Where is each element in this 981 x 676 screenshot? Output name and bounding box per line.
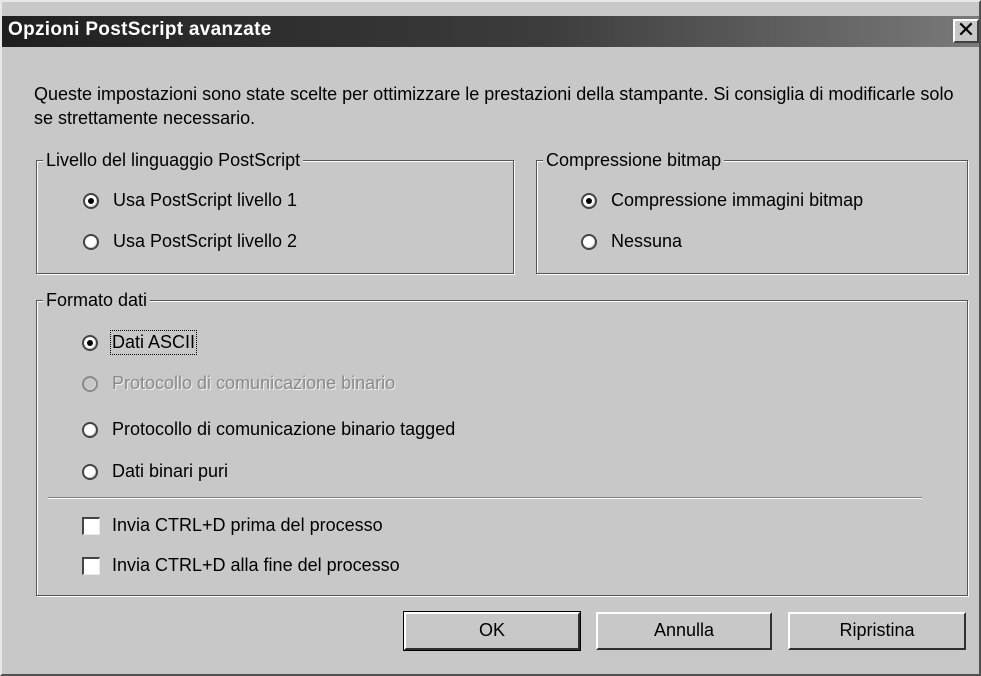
radio-button-icon[interactable] — [83, 233, 99, 250]
radio-postscript-level-1[interactable]: Usa PostScript livello 1 — [83, 190, 297, 211]
data-format-legend: Formato dati — [43, 289, 151, 311]
radio-label: Nessuna — [611, 231, 683, 251]
radio-bitmap-compression[interactable]: Compressione immagini bitmap — [581, 190, 863, 211]
intro-text: Queste impostazioni sono state scelte pe… — [34, 84, 954, 128]
radio-tagged-binary-protocol[interactable]: Protocollo di comunicazione binario tagg… — [82, 419, 455, 440]
radio-no-compression[interactable]: Nessuna — [581, 231, 682, 252]
close-button[interactable]: ✕ — [953, 19, 979, 43]
reset-button[interactable]: Ripristina — [788, 612, 966, 650]
checkbox-label: Invia CTRL+D alla fine del processo — [112, 555, 400, 575]
radio-button-icon[interactable] — [82, 334, 98, 351]
checkbox-ctrl-d-before[interactable]: Invia CTRL+D prima del processo — [82, 515, 383, 536]
radio-label: Dati binari puri — [112, 461, 229, 481]
postscript-options-dialog: Opzioni PostScript avanzate ✕ Queste imp… — [0, 0, 981, 676]
ok-button[interactable]: OK — [403, 611, 581, 651]
radio-button-icon[interactable] — [82, 463, 98, 480]
bitmap-compression-group: Compressione bitmap Compressione immagin… — [536, 149, 968, 274]
postscript-level-legend: Livello del linguaggio PostScript — [43, 149, 304, 171]
checkbox-icon[interactable] — [82, 516, 100, 535]
checkbox-ctrl-d-after[interactable]: Invia CTRL+D alla fine del processo — [82, 555, 400, 576]
bitmap-compression-legend: Compressione bitmap — [543, 149, 725, 171]
checkbox-label: Invia CTRL+D prima del processo — [112, 515, 383, 535]
radio-button-icon[interactable] — [83, 192, 99, 209]
radio-postscript-level-2[interactable]: Usa PostScript livello 2 — [83, 231, 297, 252]
window-title: Opzioni PostScript avanzate — [8, 19, 272, 40]
radio-button-icon[interactable] — [82, 421, 98, 438]
close-icon: ✕ — [956, 17, 976, 42]
radio-button-icon — [82, 375, 98, 392]
radio-label: Usa PostScript livello 1 — [113, 190, 298, 210]
radio-button-icon[interactable] — [581, 233, 597, 250]
radio-label: Compressione immagini bitmap — [611, 190, 864, 210]
radio-button-icon[interactable] — [581, 192, 597, 209]
postscript-level-group: Livello del linguaggio PostScript Usa Po… — [36, 149, 514, 274]
radio-label: Usa PostScript livello 2 — [113, 231, 298, 251]
radio-label: Dati ASCII — [109, 330, 198, 355]
radio-ascii-data[interactable]: Dati ASCII — [82, 330, 198, 355]
radio-label: Protocollo di comunicazione binario tagg… — [112, 419, 456, 439]
radio-pure-binary[interactable]: Dati binari puri — [82, 461, 228, 482]
divider — [48, 497, 922, 499]
radio-binary-protocol: Protocollo di comunicazione binario — [82, 373, 395, 394]
cancel-button[interactable]: Annulla — [596, 612, 772, 650]
checkbox-icon[interactable] — [82, 556, 100, 575]
title-bar[interactable]: Opzioni PostScript avanzate ✕ — [2, 16, 979, 47]
radio-label: Protocollo di comunicazione binario — [112, 373, 396, 393]
